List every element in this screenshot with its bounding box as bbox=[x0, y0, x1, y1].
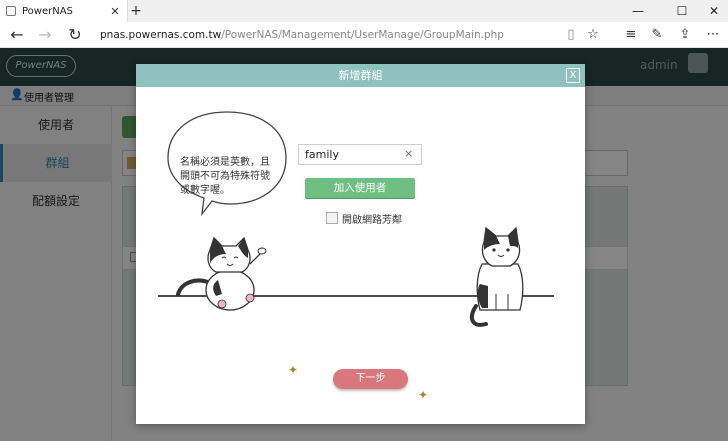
url-path: /PowerNAS/Management/UserManage/GroupMai… bbox=[221, 29, 504, 41]
more-icon[interactable]: ⋯ bbox=[702, 22, 724, 48]
refresh-icon[interactable]: ↻ bbox=[60, 22, 90, 48]
dialog-title: 新增群組 bbox=[338, 69, 383, 82]
new-group-dialog: 新增群組 X 名稱必須是英數，且開頭不可為特殊符號或數字喔。 × 加入使用者 開… bbox=[136, 64, 585, 424]
cats-illustration bbox=[158, 226, 554, 327]
dialog-close-button[interactable]: X bbox=[566, 68, 580, 83]
share-icon[interactable]: ⇪ bbox=[674, 22, 696, 48]
forward-arrow-icon[interactable]: → bbox=[30, 22, 60, 48]
maximize-icon[interactable]: ☐ bbox=[664, 0, 700, 22]
name-rule-hint: 名稱必須是英數，且開頭不可為特殊符號或數字喔。 bbox=[180, 157, 270, 196]
sitting-cat-icon bbox=[469, 226, 524, 327]
favorite-star-icon[interactable]: ☆ bbox=[582, 22, 604, 48]
tab-title: PowerNAS bbox=[22, 5, 73, 17]
page-favicon-icon bbox=[6, 6, 16, 16]
clear-input-icon[interactable]: × bbox=[404, 147, 413, 160]
notes-icon[interactable]: ✎ bbox=[646, 22, 668, 48]
waving-cat-icon bbox=[176, 236, 267, 311]
back-arrow-icon[interactable]: ← bbox=[2, 22, 32, 48]
new-tab-button[interactable]: + bbox=[128, 0, 144, 22]
reading-view-icon[interactable]: ▯ bbox=[560, 22, 582, 48]
sparkle-icon: ✦ bbox=[418, 388, 429, 402]
browser-tab[interactable]: PowerNAS ✕ bbox=[0, 0, 128, 22]
minimize-icon[interactable]: — bbox=[620, 0, 656, 22]
sparkle-icon: ✦ bbox=[288, 363, 299, 377]
network-neighborhood-checkbox[interactable] bbox=[326, 212, 338, 224]
add-user-button[interactable]: 加入使用者 bbox=[305, 178, 415, 198]
url-host: pnas.powernas.com.tw bbox=[100, 29, 222, 41]
hub-icon[interactable]: ≡ bbox=[620, 22, 642, 48]
address-bar: ← → ↻ pnas.powernas.com.tw/PowerNAS/Mana… bbox=[0, 22, 728, 48]
next-step-button[interactable]: 下一步 bbox=[333, 369, 408, 389]
tab-close-icon[interactable]: ✕ bbox=[107, 5, 123, 18]
url-field[interactable]: pnas.powernas.com.tw/PowerNAS/Management… bbox=[100, 22, 504, 48]
window-close-icon[interactable]: ✕ bbox=[696, 0, 728, 22]
browser-tab-bar: PowerNAS ✕ + — ☐ ✕ bbox=[0, 0, 728, 22]
